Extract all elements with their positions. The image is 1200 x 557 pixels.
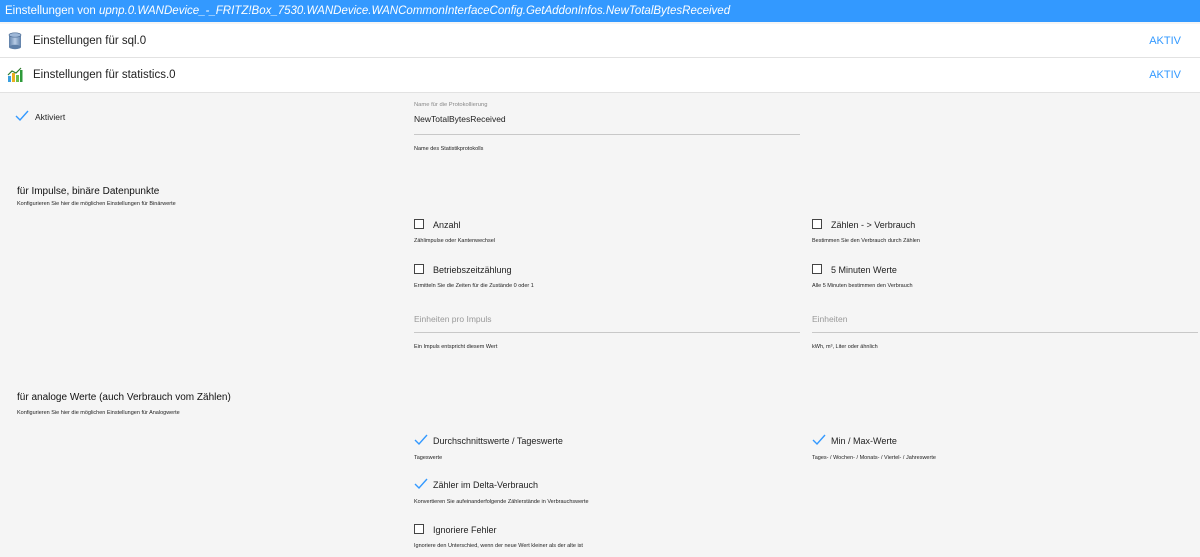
- title-prefix: Einstellungen von: [5, 5, 96, 17]
- delta-label: Zähler im Delta-Verbrauch: [433, 480, 539, 490]
- panel-sql[interactable]: Einstellungen für sql.0 AKTIV: [0, 24, 1200, 58]
- time-count-checkbox[interactable]: [414, 264, 424, 274]
- impulse-section-subtitle: Konfigurieren Sie hier die möglichen Ein…: [17, 201, 176, 207]
- impulse-unit-field[interactable]: Einheiten pro Impuls: [414, 310, 800, 333]
- avg-checkbox[interactable]: [414, 434, 428, 446]
- five-min-checkbox[interactable]: [812, 264, 822, 274]
- time-count-label: Betriebszeitzählung: [433, 265, 512, 275]
- minmax-label: Min / Max-Werte: [831, 436, 897, 446]
- avg-help: Tageswerte: [414, 455, 443, 461]
- avg-label: Durchschnittswerte / Tageswerte: [433, 436, 563, 446]
- panel-title: Einstellungen für sql.0: [33, 35, 147, 47]
- delta-help: Konvertieren Sie aufeinanderfolgende Zäh…: [414, 499, 589, 505]
- statistics-chart-icon: [7, 67, 23, 82]
- ignore-errors-help: Ignoriere den Unterschied, wenn der neue…: [414, 543, 583, 549]
- log-name-help: Name des Statistikprotokolls: [414, 146, 484, 152]
- count-label: Anzahl: [433, 220, 461, 230]
- minmax-help: Tages- / Wochen- / Monats- / Viertel- / …: [812, 455, 936, 461]
- unit-input[interactable]: Einheiten: [812, 314, 847, 324]
- analog-section-subtitle: Konfigurieren Sie hier die möglichen Ein…: [17, 410, 180, 416]
- sum-delta-help: Bestimmen Sie den Verbrauch durch Zählen: [812, 238, 920, 244]
- panel-status-button[interactable]: AKTIV: [1149, 58, 1181, 92]
- count-checkbox[interactable]: [414, 219, 424, 229]
- log-name-label: Name für die Protokollierung: [414, 102, 488, 108]
- impulse-unit-help: Ein Impuls entspricht diesem Wert: [414, 344, 498, 350]
- ignore-errors-label: Ignoriere Fehler: [433, 525, 497, 535]
- panel-statistics[interactable]: Einstellungen für statistics.0 AKTIV: [0, 58, 1200, 93]
- database-icon: [8, 32, 22, 50]
- delta-checkbox[interactable]: [414, 478, 428, 490]
- impulse-unit-input[interactable]: Einheiten pro Impuls: [414, 314, 492, 324]
- impulse-section-title: für Impulse, binäre Datenpunkte: [17, 186, 160, 197]
- log-name-field[interactable]: Name für die Protokollierung NewTotalByt…: [414, 102, 800, 135]
- sum-delta-checkbox[interactable]: [812, 219, 822, 229]
- ignore-errors-checkbox[interactable]: [414, 524, 424, 534]
- enabled-label: Aktiviert: [35, 112, 66, 122]
- log-name-input[interactable]: NewTotalBytesReceived: [414, 114, 506, 124]
- panel-title: Einstellungen für statistics.0: [33, 69, 176, 81]
- unit-field[interactable]: Einheiten: [812, 310, 1198, 333]
- sum-delta-label: Zählen - > Verbrauch: [831, 220, 916, 230]
- unit-help: kWh, m³, Liter oder ähnlich: [812, 344, 878, 350]
- dialog-title-bar: Einstellungen von upnp.0.WANDevice_-_FRI…: [0, 0, 1200, 22]
- title-instance-id: upnp.0.WANDevice_-_FRITZ!Box_7530.WANDev…: [99, 5, 731, 17]
- enabled-checkbox[interactable]: [15, 110, 29, 122]
- count-help: Zählimpulse oder Kantenwechsel: [414, 238, 496, 244]
- analog-section-title: für analoge Werte (auch Verbrauch vom Zä…: [17, 392, 231, 403]
- five-min-help: Alle 5 Minuten bestimmen den Verbrauch: [812, 283, 913, 289]
- five-min-label: 5 Minuten Werte: [831, 265, 897, 275]
- minmax-checkbox[interactable]: [812, 434, 826, 446]
- panel-status-button[interactable]: AKTIV: [1149, 24, 1181, 58]
- time-count-help: Ermitteln Sie die Zeiten für die Zuständ…: [414, 283, 534, 289]
